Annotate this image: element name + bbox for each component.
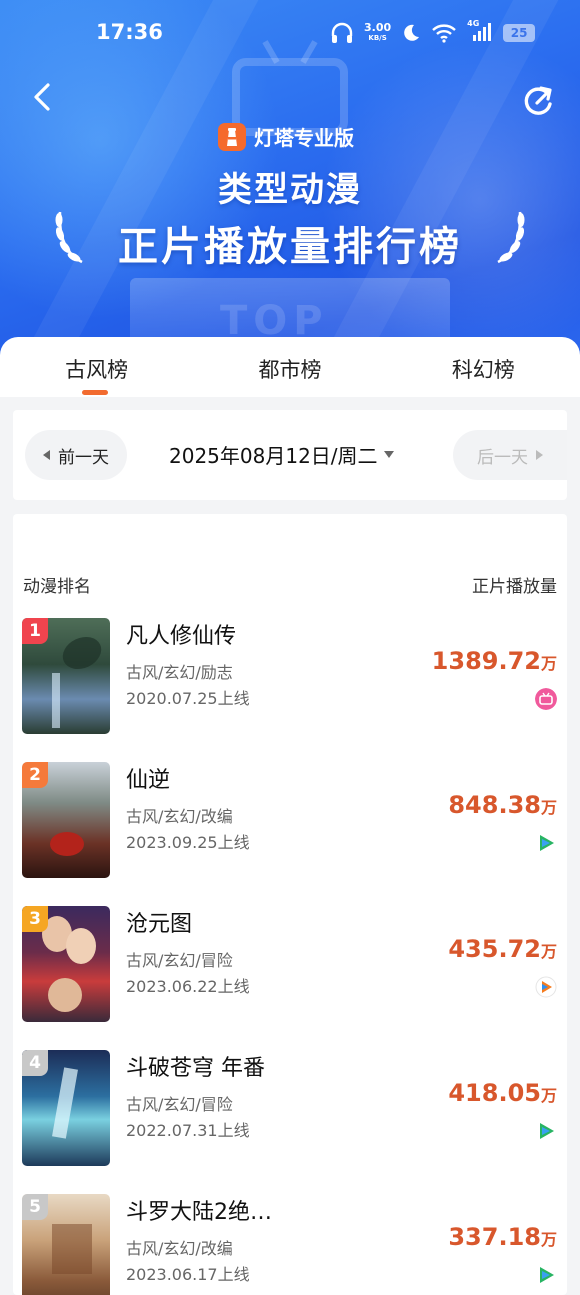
anime-tags: 古风/玄幻/冒险 — [126, 951, 233, 970]
date-selector-bar: 前一天 2025年08月12日/周二 后一天 — [13, 410, 567, 500]
laurel-right-icon — [497, 211, 525, 264]
release-date: 2023.06.22上线 — [126, 977, 250, 996]
share-refresh-icon[interactable] — [522, 84, 556, 118]
anime-title: 沧元图 — [126, 912, 193, 937]
tab-guofeng[interactable]: 古风榜 — [0, 337, 193, 397]
laurel-left-icon — [55, 211, 83, 264]
tab-dushi[interactable]: 都市榜 — [193, 337, 386, 397]
play-count: 1389.72万 — [432, 647, 557, 675]
tencent-video-icon — [540, 1123, 554, 1139]
prev-day-label: 前一天 — [58, 447, 109, 468]
tencent-video-icon — [540, 1267, 554, 1283]
list-item[interactable]: 2 仙逆 古风/玄幻/改编 2023.09.25上线 848.38万 — [13, 762, 567, 892]
anime-poster: 4 — [22, 1050, 110, 1166]
status-time: 17:36 — [96, 20, 163, 44]
list-item[interactable]: 1 凡人修仙传 古风/玄幻/励志 2020.07.25上线 1389.72万 — [13, 618, 567, 748]
page-subtitle: 类型动漫 — [218, 170, 362, 210]
tab-kehuan[interactable]: 科幻榜 — [387, 337, 580, 397]
brand-label: 灯塔专业版 — [218, 122, 354, 151]
battery-icon: 25 — [503, 24, 536, 42]
tencent-video-icon — [540, 835, 554, 851]
rank-badge: 5 — [22, 1194, 48, 1220]
play-count-unit: 万 — [540, 654, 557, 673]
anime-tags: 古风/玄幻/改编 — [126, 807, 233, 826]
cellular-signal-icon: 4G — [467, 19, 493, 43]
anime-poster: 5 — [22, 1194, 110, 1295]
play-count: 418.05万 — [448, 1079, 557, 1107]
brand-name: 灯塔专业版 — [254, 126, 354, 150]
anime-title: 斗罗大陆2绝… — [126, 1200, 272, 1225]
release-date: 2022.07.31上线 — [126, 1121, 250, 1140]
caret-down-icon — [383, 451, 394, 458]
back-arrow-icon[interactable] — [28, 82, 58, 112]
anime-poster: 1 — [22, 618, 110, 734]
list-item[interactable]: 4 斗破苍穹 年番 古风/玄幻/冒险 2022.07.31上线 418.05万 — [13, 1050, 567, 1180]
date-dropdown[interactable]: 2025年08月12日/周二 — [169, 440, 394, 469]
rank-badge: 1 — [22, 618, 48, 644]
tencent-video-icon — [535, 976, 557, 998]
list-item[interactable]: 5 斗罗大陆2绝… 古风/玄幻/改编 2023.06.17上线 337.18万 — [13, 1194, 567, 1295]
rank-badge: 4 — [22, 1050, 48, 1076]
anime-tags: 古风/玄幻/励志 — [126, 663, 233, 682]
rank-badge: 3 — [22, 906, 48, 932]
anime-title: 仙逆 — [126, 768, 171, 793]
caret-right-icon — [536, 450, 543, 460]
anime-poster: 2 — [22, 762, 110, 878]
play-count: 435.72万 — [448, 935, 557, 963]
status-icons: 3.00 KB/S 4G 25 — [330, 19, 536, 44]
play-count-unit: 万 — [540, 942, 557, 961]
play-count-unit: 万 — [540, 1086, 557, 1105]
play-count: 848.38万 — [448, 791, 557, 819]
play-count-value: 337.18 — [448, 1223, 541, 1251]
column-title-plays: 正片播放量 — [472, 577, 557, 597]
anime-tags: 古风/玄幻/冒险 — [126, 1095, 233, 1114]
play-count-value: 435.72 — [448, 935, 541, 963]
moon-icon — [404, 24, 420, 41]
anime-title: 斗破苍穹 年番 — [126, 1056, 265, 1081]
category-tabs: 古风榜 都市榜 科幻榜 — [0, 337, 580, 397]
next-day-label: 后一天 — [477, 447, 528, 468]
caret-left-icon — [43, 450, 50, 460]
play-count-unit: 万 — [540, 798, 557, 817]
anime-title: 凡人修仙传 — [126, 624, 237, 649]
rank-badge: 2 — [22, 762, 48, 788]
lighthouse-logo-icon — [218, 122, 246, 151]
play-count: 337.18万 — [448, 1223, 557, 1251]
wifi-icon — [432, 24, 456, 43]
next-day-button[interactable]: 后一天 — [453, 430, 567, 480]
release-date: 2023.06.17上线 — [126, 1265, 250, 1284]
play-count-unit: 万 — [540, 1230, 557, 1249]
prev-day-button[interactable]: 前一天 — [25, 430, 127, 480]
play-count-value: 418.05 — [448, 1079, 541, 1107]
ranking-list: 动漫排名 正片播放量 1 凡人修仙传 古风/玄幻/励志 2020.07.25上线… — [13, 514, 567, 1295]
network-speed: 3.00 KB/S — [364, 22, 391, 43]
anime-poster: 3 — [22, 906, 110, 1022]
status-bar: 17:36 3.00 KB/S 4G 25 — [0, 19, 580, 50]
bilibili-icon — [535, 688, 557, 710]
play-count-value: 1389.72 — [431, 647, 541, 675]
network-speed-unit: KB/S — [368, 34, 387, 42]
network-type: 4G — [467, 19, 480, 28]
list-item[interactable]: 3 沧元图 古风/玄幻/冒险 2023.06.22上线 435.72万 — [13, 906, 567, 1036]
release-date: 2023.09.25上线 — [126, 833, 250, 852]
release-date: 2020.07.25上线 — [126, 689, 250, 708]
header-banner: TOP 17:36 3.00 KB/S 4G 25 灯塔专业版 类型动漫 正片播… — [0, 0, 580, 380]
current-date: 2025年08月12日/周二 — [169, 444, 378, 468]
anime-tags: 古风/玄幻/改编 — [126, 1239, 233, 1258]
headphones-icon — [331, 22, 353, 43]
column-title-rank: 动漫排名 — [23, 577, 91, 597]
play-count-value: 848.38 — [448, 791, 541, 819]
